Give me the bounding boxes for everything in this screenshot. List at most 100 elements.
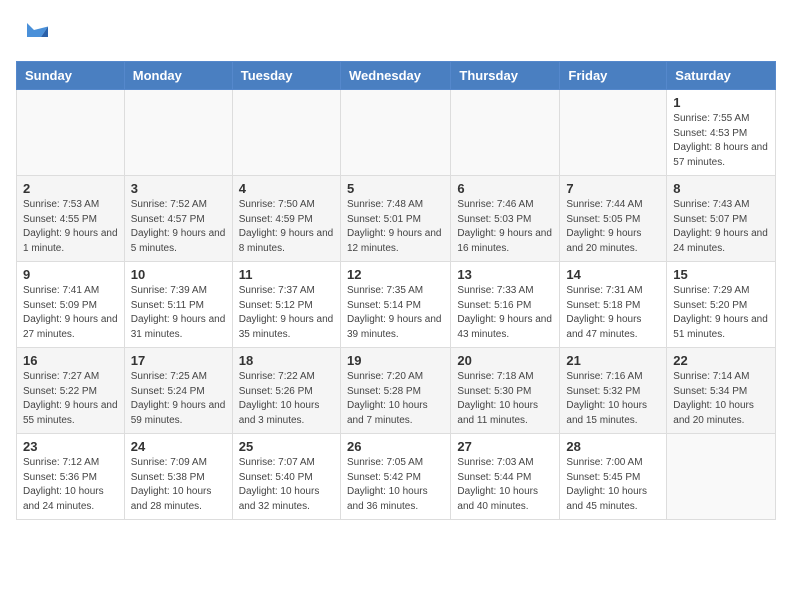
calendar-table: SundayMondayTuesdayWednesdayThursdayFrid… [16,61,776,520]
day-info: Sunrise: 7:29 AM Sunset: 5:20 PM Dayligh… [673,284,769,342]
day-number: 11 [239,267,334,282]
calendar-cell: 1 Sunrise: 7:55 AM Sunset: 4:53 PM Daylig… [667,90,776,176]
day-number: 14 [566,267,660,282]
day-info: Sunrise: 7:09 AM Sunset: 5:38 PM Dayligh… [131,456,226,514]
calendar-cell: 10Sunrise: 7:39 AM Sunset: 5:11 PM Dayli… [124,262,232,348]
calendar-cell: 21 Sunrise: 7:16 AM Sunset: 5:32 PM Dayli… [560,348,667,434]
day-info: Sunrise: 7:07 AM Sunset: 5:40 PM Dayligh… [239,456,334,514]
day-number: 2 [23,181,118,196]
day-header-monday: Monday [124,62,232,90]
logo-icon [20,16,48,44]
day-info: Sunrise: 7:48 AM Sunset: 5:01 PM Dayligh… [347,198,444,256]
calendar-cell: 3 Sunrise: 7:52 AM Sunset: 4:57 PM Daylig… [124,176,232,262]
calendar-cell: 8 Sunrise: 7:43 AM Sunset: 5:07 PM Daylig… [667,176,776,262]
day-info: Sunrise: 7:46 AM Sunset: 5:03 PM Dayligh… [457,198,553,256]
calendar-header-row: SundayMondayTuesdayWednesdayThursdayFrid… [17,62,776,90]
calendar-cell: 26 Sunrise: 7:05 AM Sunset: 5:42 PM Dayli… [340,434,450,520]
day-info: Sunrise: 7:18 AM Sunset: 5:30 PM Dayligh… [457,370,553,428]
week-row-1: 2 Sunrise: 7:53 AM Sunset: 4:55 PM Daylig… [17,176,776,262]
calendar-cell [124,90,232,176]
day-info: Sunrise: 7:05 AM Sunset: 5:42 PM Dayligh… [347,456,444,514]
calendar-cell: 14 Sunrise: 7:31 AM Sunset: 5:18 PM Dayli… [560,262,667,348]
calendar-cell: 20 Sunrise: 7:18 AM Sunset: 5:30 PM Dayli… [451,348,560,434]
calendar-cell: 18 Sunrise: 7:22 AM Sunset: 5:26 PM Dayli… [232,348,340,434]
day-number: 4 [239,181,334,196]
week-row-2: 9 Sunrise: 7:41 AM Sunset: 5:09 PM Daylig… [17,262,776,348]
day-number: 3 [131,181,226,196]
logo [16,16,48,49]
day-header-friday: Friday [560,62,667,90]
day-info: Sunrise: 7:55 AM Sunset: 4:53 PM Dayligh… [673,112,769,170]
day-info: Sunrise: 7:16 AM Sunset: 5:32 PM Dayligh… [566,370,660,428]
day-number: 25 [239,439,334,454]
day-number: 26 [347,439,444,454]
day-header-wednesday: Wednesday [340,62,450,90]
calendar-cell: 13 Sunrise: 7:33 AM Sunset: 5:16 PM Dayli… [451,262,560,348]
day-number: 24 [131,439,226,454]
day-info: Sunrise: 7:44 AM Sunset: 5:05 PM Dayligh… [566,198,660,256]
calendar-cell: 16 Sunrise: 7:27 AM Sunset: 5:22 PM Dayli… [17,348,125,434]
day-number: 6 [457,181,553,196]
day-info: Sunrise: 7:53 AM Sunset: 4:55 PM Dayligh… [23,198,118,256]
day-number: 9 [23,267,118,282]
calendar-cell: 17 Sunrise: 7:25 AM Sunset: 5:24 PM Dayli… [124,348,232,434]
day-number: 20 [457,353,553,368]
day-header-saturday: Saturday [667,62,776,90]
day-number: 5 [347,181,444,196]
day-info: Sunrise: 7:52 AM Sunset: 4:57 PM Dayligh… [131,198,226,256]
calendar-cell [667,434,776,520]
calendar-cell: 2 Sunrise: 7:53 AM Sunset: 4:55 PM Daylig… [17,176,125,262]
day-number: 28 [566,439,660,454]
day-number: 17 [131,353,226,368]
day-number: 19 [347,353,444,368]
calendar-cell: 4 Sunrise: 7:50 AM Sunset: 4:59 PM Daylig… [232,176,340,262]
calendar-cell [340,90,450,176]
day-info: Sunrise: 7:03 AM Sunset: 5:44 PM Dayligh… [457,456,553,514]
calendar-cell: 6 Sunrise: 7:46 AM Sunset: 5:03 PM Daylig… [451,176,560,262]
day-number: 7 [566,181,660,196]
day-info: Sunrise: 7:31 AM Sunset: 5:18 PM Dayligh… [566,284,660,342]
calendar-cell: 24 Sunrise: 7:09 AM Sunset: 5:38 PM Dayli… [124,434,232,520]
calendar-cell: 9 Sunrise: 7:41 AM Sunset: 5:09 PM Daylig… [17,262,125,348]
day-info: Sunrise: 7:35 AM Sunset: 5:14 PM Dayligh… [347,284,444,342]
page-header [16,16,776,49]
day-header-tuesday: Tuesday [232,62,340,90]
calendar-cell: 23 Sunrise: 7:12 AM Sunset: 5:36 PM Dayli… [17,434,125,520]
calendar-cell: 25 Sunrise: 7:07 AM Sunset: 5:40 PM Dayli… [232,434,340,520]
day-number: 13 [457,267,553,282]
day-info: Sunrise: 7:14 AM Sunset: 5:34 PM Dayligh… [673,370,769,428]
calendar-cell: 7 Sunrise: 7:44 AM Sunset: 5:05 PM Daylig… [560,176,667,262]
day-number: 12 [347,267,444,282]
day-info: Sunrise: 7:20 AM Sunset: 5:28 PM Dayligh… [347,370,444,428]
day-header-sunday: Sunday [17,62,125,90]
calendar-cell [17,90,125,176]
calendar-cell: 11Sunrise: 7:37 AM Sunset: 5:12 PM Dayli… [232,262,340,348]
week-row-4: 23 Sunrise: 7:12 AM Sunset: 5:36 PM Dayli… [17,434,776,520]
day-number: 27 [457,439,553,454]
calendar-cell: 12 Sunrise: 7:35 AM Sunset: 5:14 PM Dayli… [340,262,450,348]
day-info: Sunrise: 7:41 AM Sunset: 5:09 PM Dayligh… [23,284,118,342]
day-info: Sunrise: 7:27 AM Sunset: 5:22 PM Dayligh… [23,370,118,428]
day-number: 18 [239,353,334,368]
day-number: 1 [673,95,769,110]
calendar-cell: 27 Sunrise: 7:03 AM Sunset: 5:44 PM Dayli… [451,434,560,520]
day-number: 21 [566,353,660,368]
calendar-cell: 19 Sunrise: 7:20 AM Sunset: 5:28 PM Dayli… [340,348,450,434]
day-number: 16 [23,353,118,368]
day-info: Sunrise: 7:39 AM Sunset: 5:11 PM Dayligh… [131,284,226,342]
day-info: Sunrise: 7:43 AM Sunset: 5:07 PM Dayligh… [673,198,769,256]
week-row-0: 1 Sunrise: 7:55 AM Sunset: 4:53 PM Daylig… [17,90,776,176]
calendar-cell [451,90,560,176]
day-number: 8 [673,181,769,196]
calendar-cell: 28Sunrise: 7:00 AM Sunset: 5:45 PM Dayli… [560,434,667,520]
day-header-thursday: Thursday [451,62,560,90]
calendar-cell [560,90,667,176]
day-info: Sunrise: 7:33 AM Sunset: 5:16 PM Dayligh… [457,284,553,342]
day-number: 23 [23,439,118,454]
calendar-cell: 15 Sunrise: 7:29 AM Sunset: 5:20 PM Dayli… [667,262,776,348]
day-info: Sunrise: 7:22 AM Sunset: 5:26 PM Dayligh… [239,370,334,428]
day-number: 15 [673,267,769,282]
day-info: Sunrise: 7:25 AM Sunset: 5:24 PM Dayligh… [131,370,226,428]
day-info: Sunrise: 7:12 AM Sunset: 5:36 PM Dayligh… [23,456,118,514]
day-info: Sunrise: 7:50 AM Sunset: 4:59 PM Dayligh… [239,198,334,256]
